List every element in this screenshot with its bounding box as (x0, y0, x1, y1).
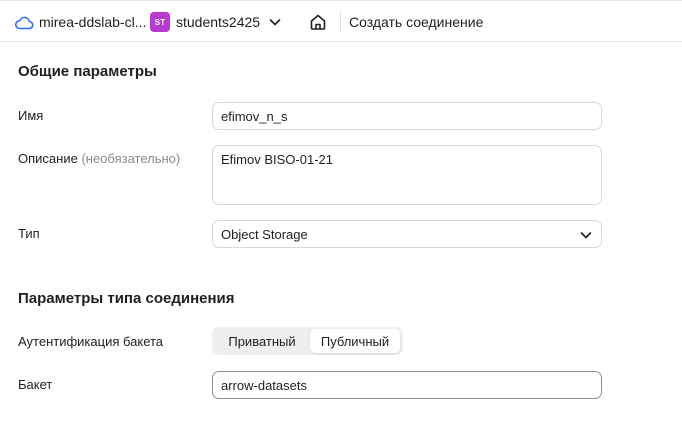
section-title-general: Общие параметры (18, 63, 157, 80)
chevron-down-icon (580, 232, 592, 239)
cloud-name[interactable]: mirea-ddslab-cl... (39, 14, 146, 30)
type-label: Тип (18, 226, 40, 241)
bucket-auth-label: Аутентификация бакета (18, 334, 164, 349)
auth-option-public[interactable]: Публичный (310, 329, 400, 353)
folder-name[interactable]: students2425 (176, 14, 260, 30)
cloud-icon (14, 16, 34, 30)
folder-avatar: ST (150, 12, 170, 32)
description-label-text: Описание (18, 151, 78, 166)
name-label: Имя (18, 108, 44, 123)
bucket-label: Бакет (18, 377, 53, 392)
home-icon[interactable] (308, 12, 328, 32)
name-input-value: efimov_n_s (221, 108, 288, 124)
top-navigation-bar: mirea-ddslab-cl... ST students2425 Созда… (0, 0, 682, 42)
chevron-down-icon[interactable] (268, 15, 282, 29)
breadcrumb-current: Создать соединение (349, 14, 484, 30)
section-title-connection: Параметры типа соединения (18, 290, 235, 307)
description-textarea-value: Efimov BISO-01-21 (221, 152, 333, 167)
description-label: Описание (необязательно) (18, 151, 180, 166)
bucket-input[interactable]: arrow-datasets (212, 371, 602, 399)
bucket-auth-switch: Приватный Публичный (212, 327, 403, 355)
type-select[interactable]: Object Storage (212, 220, 602, 248)
description-optional-hint: (необязательно) (81, 151, 181, 166)
description-textarea[interactable]: Efimov BISO-01-21 (212, 145, 602, 205)
name-input[interactable]: efimov_n_s (212, 102, 602, 130)
auth-option-private[interactable]: Приватный (215, 329, 309, 353)
bucket-input-value: arrow-datasets (221, 377, 307, 393)
breadcrumb-divider (340, 11, 341, 33)
type-select-value: Object Storage (221, 226, 308, 242)
